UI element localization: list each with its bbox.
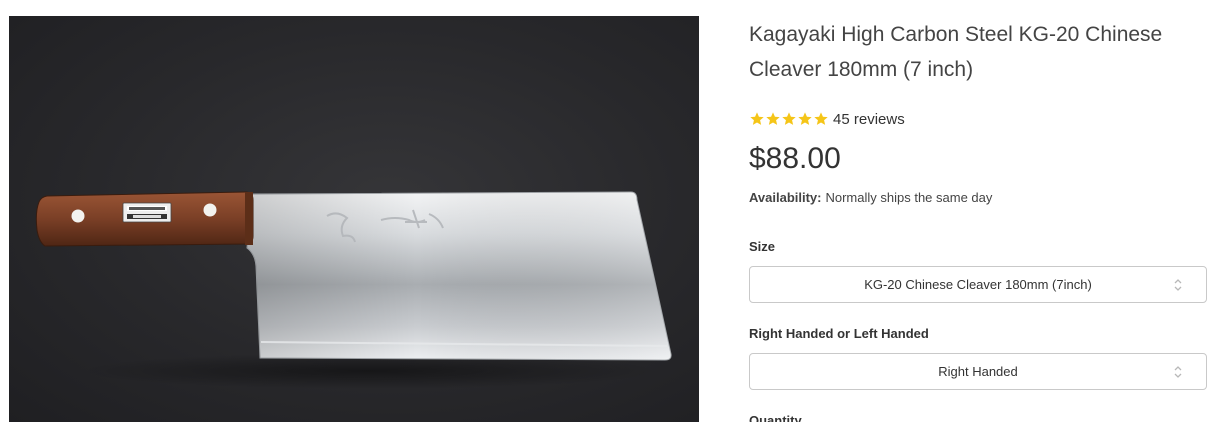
product-title: Kagayaki High Carbon Steel KG-20 Chinese…: [749, 23, 1163, 81]
star-icon: [798, 112, 812, 125]
star-icon: [814, 112, 828, 125]
product-rating[interactable]: 45 reviews: [749, 108, 905, 130]
hand-select-value: Right Handed: [938, 364, 1018, 379]
size-select-value: KG-20 Chinese Cleaver 180mm (7inch): [864, 277, 1092, 292]
star-icon: [766, 112, 780, 125]
cleaver-illustration: [35, 191, 672, 389]
star-icon: [750, 112, 764, 125]
product-page: Kagayaki High Carbon Steel KG-20 Chinese…: [0, 0, 1211, 422]
availability-label: Availability:: [749, 190, 822, 205]
star-icon: [782, 112, 796, 125]
star-rating: [749, 111, 829, 127]
availability: Availability: Normally ships the same day: [749, 190, 992, 205]
product-price: $88.00: [749, 142, 841, 175]
hand-select[interactable]: Right Handed: [749, 353, 1207, 390]
hand-label: Right Handed or Left Handed: [749, 326, 929, 341]
chevron-up-down-icon: [1174, 366, 1182, 378]
availability-value: Normally ships the same day: [825, 190, 993, 205]
reviews-link[interactable]: 45 reviews: [833, 111, 905, 128]
quantity-label: Quantity: [749, 413, 802, 422]
size-label: Size: [749, 239, 776, 254]
chevron-up-down-icon: [1174, 279, 1182, 291]
size-select[interactable]: KG-20 Chinese Cleaver 180mm (7inch): [749, 266, 1207, 303]
product-image[interactable]: [9, 16, 699, 422]
